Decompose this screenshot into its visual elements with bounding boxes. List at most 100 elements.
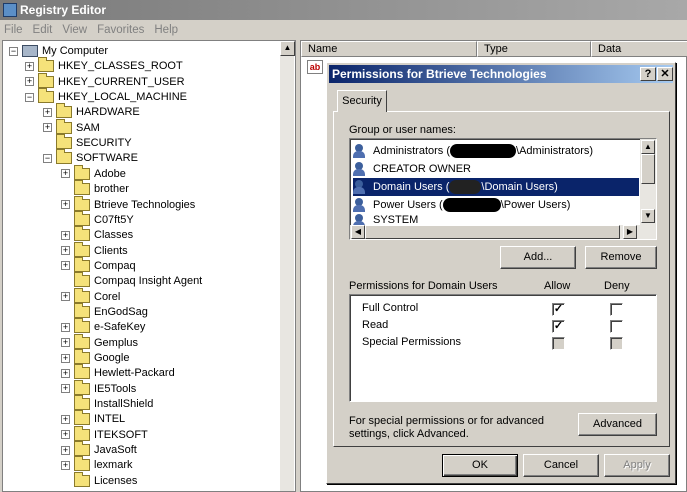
- user-listbox[interactable]: Administrators (\Administrators) CREATOR…: [349, 138, 657, 240]
- folder-icon: [74, 180, 90, 196]
- user-item-power-users[interactable]: Power Users (\Power Users): [353, 196, 639, 214]
- column-name[interactable]: Name: [301, 41, 477, 57]
- help-button[interactable]: ?: [640, 67, 656, 81]
- tree-item[interactable]: − My Computer: [9, 43, 108, 59]
- scroll-down-arrow[interactable]: ▼: [641, 209, 655, 223]
- tree-item-label: Compaq: [94, 259, 136, 272]
- menu-view[interactable]: View: [62, 24, 87, 36]
- special-allow-checkbox[interactable]: [552, 337, 565, 350]
- expand-icon[interactable]: +: [61, 353, 70, 363]
- remove-button[interactable]: Remove: [585, 246, 657, 269]
- close-button[interactable]: ✕: [657, 67, 673, 81]
- expand-icon[interactable]: +: [61, 230, 70, 240]
- scroll-left-arrow[interactable]: ◀: [351, 225, 365, 239]
- expand-icon[interactable]: +: [61, 261, 70, 271]
- tree-item[interactable]: + Google: [61, 349, 129, 366]
- column-type[interactable]: Type: [477, 41, 591, 57]
- folder-icon: [74, 164, 90, 180]
- tree-item[interactable]: C07ft5Y: [61, 210, 134, 228]
- advanced-button[interactable]: Advanced: [578, 413, 657, 436]
- permissions-label: Permissions for Domain Users: [349, 280, 498, 292]
- full-control-deny-checkbox[interactable]: [610, 303, 623, 316]
- folder-icon: [56, 149, 72, 165]
- expand-icon[interactable]: +: [61, 430, 70, 440]
- tree-item[interactable]: − SOFTWARE: [43, 149, 138, 166]
- tree-item[interactable]: + Corel: [61, 287, 121, 305]
- tree-item-label: brother: [94, 183, 129, 196]
- tree-item[interactable]: + IE5Tools: [61, 379, 136, 397]
- expand-icon[interactable]: +: [61, 338, 70, 348]
- read-deny-checkbox[interactable]: [610, 320, 623, 333]
- user-list-vscroll[interactable]: ▲ ▼: [640, 139, 656, 225]
- expand-icon[interactable]: +: [25, 77, 34, 87]
- tree-item[interactable]: + Adobe: [61, 164, 126, 182]
- tree-item[interactable]: + INTEL: [61, 410, 126, 427]
- tree-item[interactable]: brother: [61, 180, 129, 197]
- expand-icon[interactable]: +: [61, 445, 70, 455]
- user-item-domain-users[interactable]: Domain Users (\Domain Users): [353, 178, 639, 196]
- expand-icon[interactable]: +: [61, 246, 70, 256]
- scroll-up-button[interactable]: ▲: [280, 41, 295, 56]
- folder-icon: [74, 287, 90, 303]
- folder-icon: [74, 241, 90, 257]
- cancel-button[interactable]: Cancel: [523, 454, 599, 477]
- tree-item-label: Corel: [94, 290, 121, 303]
- collapse-icon[interactable]: −: [25, 92, 34, 102]
- full-control-allow-checkbox[interactable]: ✓: [552, 303, 565, 316]
- tree-item-label: Btrieve Technologies: [94, 198, 196, 211]
- tree-item[interactable]: + JavaSoft: [61, 441, 137, 458]
- add-button[interactable]: Add...: [500, 246, 576, 269]
- menu-file[interactable]: File: [4, 24, 23, 36]
- user-item-administrators[interactable]: Administrators (\Administrators): [353, 142, 639, 160]
- scroll-right-arrow[interactable]: ▶: [623, 225, 637, 239]
- user-list-hscroll[interactable]: ◀ ▶: [350, 225, 656, 239]
- tree-item[interactable]: − HKEY_LOCAL_MACHINE: [25, 88, 187, 105]
- tree-item[interactable]: + Clients: [61, 241, 128, 259]
- tree-item[interactable]: + Compaq: [61, 256, 136, 274]
- expand-icon[interactable]: +: [25, 61, 34, 71]
- tree-item[interactable]: Licenses: [61, 471, 137, 489]
- tree-item[interactable]: + lexmark: [61, 456, 133, 473]
- folder-icon: [38, 88, 54, 104]
- scroll-thumb[interactable]: [641, 154, 655, 184]
- tab-security[interactable]: Security: [337, 90, 387, 112]
- menu-favorites[interactable]: Favorites: [97, 24, 144, 36]
- tree-item-label: C07ft5Y: [94, 213, 134, 226]
- permissions-list[interactable]: Full Control ✓ Read ✓ Special Permission…: [349, 294, 657, 402]
- ok-button[interactable]: OK: [442, 454, 518, 477]
- tree-item-label: SECURITY: [76, 137, 132, 150]
- apply-button[interactable]: Apply: [604, 454, 670, 477]
- read-allow-checkbox[interactable]: ✓: [552, 320, 565, 333]
- expand-icon[interactable]: +: [43, 107, 52, 117]
- expand-icon[interactable]: +: [61, 368, 70, 378]
- collapse-icon[interactable]: −: [43, 153, 52, 163]
- menu-bar: File Edit View Favorites Help: [0, 20, 687, 39]
- tree-item[interactable]: + HKEY_CLASSES_ROOT: [25, 57, 183, 74]
- tree-scrollbar[interactable]: ▲: [279, 41, 295, 491]
- user-item-creator-owner[interactable]: CREATOR OWNER: [353, 160, 639, 178]
- expand-icon[interactable]: +: [61, 384, 70, 394]
- menu-edit[interactable]: Edit: [33, 24, 53, 36]
- expand-icon[interactable]: +: [61, 322, 70, 332]
- scroll-up-arrow[interactable]: ▲: [641, 140, 655, 154]
- tree-item-label: INTEL: [94, 413, 126, 426]
- column-data[interactable]: Data: [591, 41, 687, 57]
- registry-tree[interactable]: − My Computer + HKEY_CLASSES_ROOT + HKEY_CURR…: [2, 40, 296, 492]
- menu-help[interactable]: Help: [154, 24, 178, 36]
- tree-item[interactable]: + Classes: [61, 226, 133, 243]
- special-deny-checkbox[interactable]: [610, 337, 623, 350]
- tree-item[interactable]: + HKEY_CURRENT_USER: [25, 72, 185, 90]
- expand-icon[interactable]: +: [61, 414, 70, 424]
- expand-icon[interactable]: +: [61, 169, 70, 179]
- tree-item[interactable]: + SAM: [43, 118, 100, 136]
- registry-editor-icon: [3, 3, 17, 17]
- expand-icon[interactable]: +: [61, 460, 70, 470]
- expand-icon[interactable]: +: [61, 200, 70, 209]
- folder-icon: [38, 72, 54, 88]
- expand-icon[interactable]: +: [61, 292, 70, 302]
- folder-icon: [74, 471, 90, 487]
- expand-icon[interactable]: +: [43, 123, 52, 133]
- collapse-icon[interactable]: −: [9, 46, 18, 56]
- hscroll-thumb[interactable]: [365, 225, 620, 239]
- tree-item[interactable]: + Gemplus: [61, 333, 138, 351]
